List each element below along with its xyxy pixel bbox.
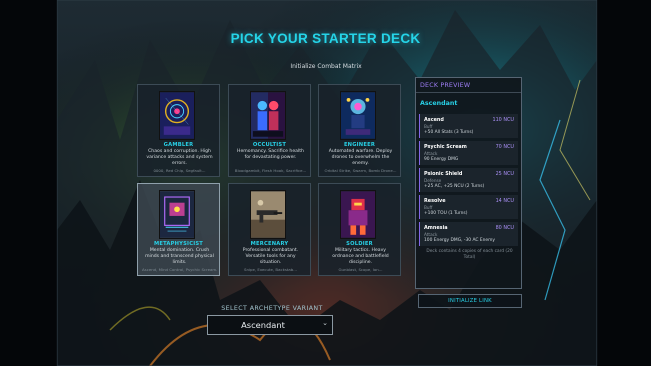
archetype-variant-select[interactable]: Ascendant ⌄ bbox=[207, 315, 333, 335]
card-description: Automated warfare. Deploy drones to over… bbox=[328, 149, 393, 166]
occultist-art bbox=[250, 91, 286, 140]
card-type: Buff bbox=[424, 205, 433, 210]
divider bbox=[416, 92, 521, 93]
card-name: SOLDIER bbox=[346, 241, 373, 247]
card-effect: +25 AC, +25 NCU (2 Turns) bbox=[424, 184, 485, 189]
card-effect: 100 Energy DMG, -30 AC Enemy bbox=[424, 238, 495, 243]
card-name: Ascend bbox=[424, 117, 444, 123]
chevron-down-icon: ⌄ bbox=[322, 319, 328, 327]
card-type: Buff bbox=[424, 124, 433, 129]
preview-card-psychic-scream: Psychic Scream 70 NCU Attack 90 Energy D… bbox=[419, 141, 518, 165]
card-type: Attack bbox=[424, 151, 438, 156]
deck-card-engineer[interactable]: ENGINEER Automated warfare. Deploy drone… bbox=[318, 84, 401, 177]
card-tags: 0000, Red Chip, Segfault... bbox=[153, 168, 206, 173]
card-description: Chaos and corruption. High variance atta… bbox=[146, 149, 213, 166]
deck-card-gambler[interactable]: GAMBLER Chaos and corruption. High varia… bbox=[137, 84, 220, 177]
card-tags: Snipe, Execute, Backstab... bbox=[244, 267, 297, 272]
preview-card-amnesia: Amnesia 80 NCU Attack 100 Energy DMG, -3… bbox=[419, 222, 518, 246]
card-cost: 110 NCU bbox=[492, 117, 514, 123]
card-description: Mental domination. Crush minds and trans… bbox=[145, 248, 214, 265]
mercenary-art bbox=[250, 190, 286, 239]
card-cost: 14 NCU bbox=[495, 198, 514, 204]
deck-footer-note: Deck contains 4 copies of each card (20 … bbox=[426, 249, 513, 260]
metaphysicist-art bbox=[159, 190, 195, 239]
select-label: SELECT ARCHETYPE VARIANT bbox=[221, 305, 323, 312]
card-name: Amnesia bbox=[424, 225, 448, 231]
card-cost: 70 NCU bbox=[495, 144, 514, 150]
card-name: MERCENARY bbox=[250, 241, 289, 247]
card-description: Military tactics. Heavy ordnance and bat… bbox=[332, 248, 389, 265]
deck-card-soldier[interactable]: SOLDIER Military tactics. Heavy ordnance… bbox=[318, 183, 401, 276]
soldier-art bbox=[340, 190, 376, 239]
card-name: OCCULTIST bbox=[252, 142, 287, 148]
card-cost: 25 NCU bbox=[495, 171, 514, 177]
card-name: Psychic Scream bbox=[424, 144, 467, 150]
card-name: Psionic Shield bbox=[424, 171, 463, 177]
card-tags: Gunblast, Scope, Ion... bbox=[338, 267, 383, 272]
card-type: Attack bbox=[424, 232, 438, 237]
card-type: Defense bbox=[424, 178, 442, 183]
card-description: Professional combatant. Versatile tools … bbox=[242, 248, 299, 265]
deck-preview-title: DECK PREVIEW bbox=[420, 82, 471, 89]
preview-card-ascend: Ascend 110 NCU Buff +50 All Stats (3 Tur… bbox=[419, 114, 518, 138]
initialize-link-button[interactable]: INITIALIZE LINK bbox=[418, 294, 522, 308]
deck-card-metaphysicist[interactable]: METAPHYSICIST Mental domination. Crush m… bbox=[137, 183, 220, 276]
card-name: METAPHYSICIST bbox=[153, 241, 204, 247]
card-effect: 90 Energy DMG bbox=[424, 157, 459, 162]
card-name: Resolve bbox=[424, 198, 446, 204]
card-cost: 80 NCU bbox=[495, 225, 514, 231]
card-description: Hemomancy. Sacrifice health for devastat… bbox=[237, 149, 304, 160]
deck-card-mercenary[interactable]: MERCENARY Professional combatant. Versat… bbox=[228, 183, 311, 276]
gambler-art bbox=[159, 91, 195, 140]
card-name: GAMBLER bbox=[163, 142, 194, 148]
card-name: ENGINEER bbox=[343, 142, 376, 148]
card-tags: Orbital Strike, Swarm, Bomb Drone... bbox=[324, 168, 397, 173]
select-value: Ascendant bbox=[241, 320, 285, 330]
page-subtitle: Initialize Combat Matrix bbox=[290, 63, 362, 70]
deck-preview-panel: DECK PREVIEW Ascendant Ascend 110 NCU Bu… bbox=[415, 77, 522, 289]
preview-card-resolve: Resolve 14 NCU Buff +100 TOU (1 Turns) bbox=[419, 195, 518, 219]
preview-card-psionic-shield: Psionic Shield 25 NCU Defense +25 AC, +2… bbox=[419, 168, 518, 192]
card-tags: Ascend, Mind Control, Psychic Scream... bbox=[142, 267, 217, 272]
page-title: PICK YOUR STARTER DECK bbox=[230, 31, 421, 46]
card-tags: Bloodgambit, Flesh Hook, Sacrifice... bbox=[234, 168, 307, 173]
deck-card-occultist[interactable]: OCCULTIST Hemomancy. Sacrifice health fo… bbox=[228, 84, 311, 177]
engineer-art bbox=[340, 91, 376, 140]
archetype-name: Ascendant bbox=[420, 100, 458, 107]
card-effect: +100 TOU (1 Turns) bbox=[424, 211, 468, 216]
card-effect: +50 All Stats (3 Turns) bbox=[424, 130, 474, 135]
